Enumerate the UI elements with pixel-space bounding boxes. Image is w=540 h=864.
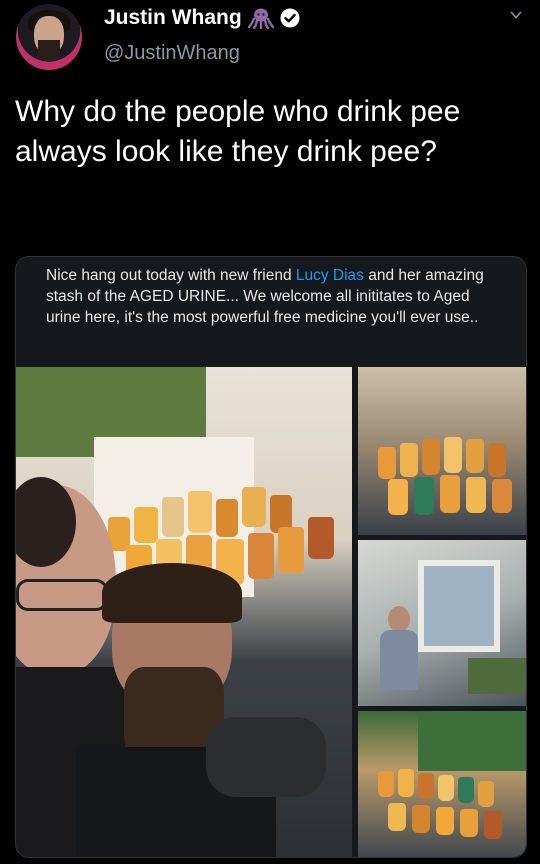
author-name-row: Justin Whang xyxy=(104,6,300,30)
octopus-icon xyxy=(247,8,274,29)
author-display-name[interactable]: Justin Whang xyxy=(104,6,242,30)
mention-link[interactable]: Lucy Dias xyxy=(296,267,364,284)
author-handle[interactable]: @JustinWhang xyxy=(104,42,240,65)
jars-overview-photo[interactable] xyxy=(358,711,526,857)
embedded-post-text-start: Nice hang out today with new friend xyxy=(46,267,296,284)
author-avatar[interactable] xyxy=(16,4,82,70)
embedded-post-card[interactable]: Nice hang out today with new friend Lucy… xyxy=(15,256,527,858)
selfie-with-jars-photo[interactable] xyxy=(16,367,352,857)
jars-on-floor-photo[interactable] xyxy=(358,367,526,535)
woman-by-window-photo[interactable] xyxy=(358,540,526,706)
verified-badge-icon xyxy=(280,8,300,28)
tweet-text: Why do the people who drink pee always l… xyxy=(15,95,461,168)
embedded-post-text: Nice hang out today with new friend Lucy… xyxy=(46,265,506,328)
chevron-down-icon[interactable] xyxy=(508,8,524,22)
